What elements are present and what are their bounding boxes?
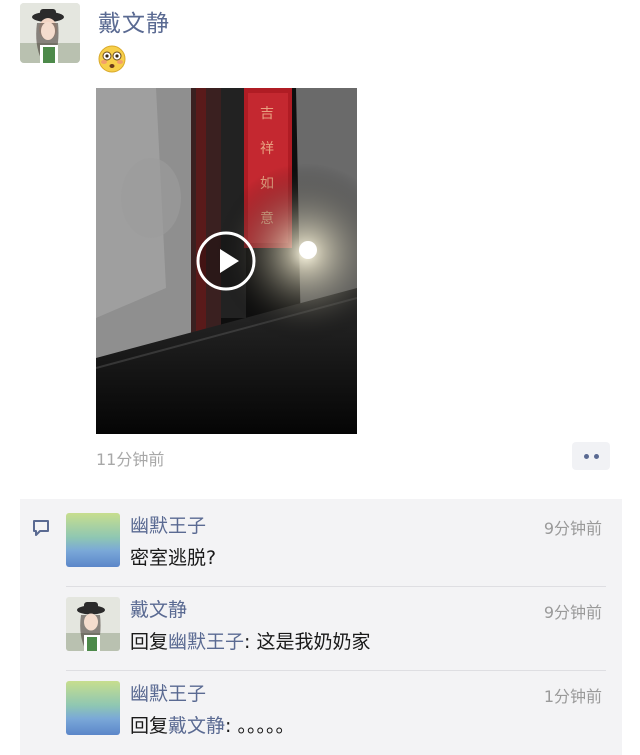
- comment-item[interactable]: 戴文静 9分钟前 回复幽默王子: 这是我奶奶家: [66, 587, 606, 659]
- more-dots-icon: [583, 453, 589, 459]
- commenter-avatar[interactable]: [66, 597, 120, 651]
- commenter-avatar[interactable]: [66, 513, 120, 567]
- comment-text: 密室逃脱?: [130, 547, 217, 569]
- post-timestamp: 11分钟前: [96, 450, 165, 469]
- reply-separator: :: [225, 715, 238, 737]
- comment-timestamp: 1分钟前: [543, 687, 602, 706]
- commenter-name[interactable]: 幽默王子: [130, 679, 206, 706]
- author-avatar[interactable]: [20, 3, 80, 63]
- flushed-face-emoji: [97, 44, 127, 74]
- reply-body: 。。。。。: [237, 715, 295, 737]
- comment-bubble-icon: [32, 519, 50, 537]
- comment-timestamp: 9分钟前: [543, 519, 602, 538]
- video-thumbnail[interactable]: 吉 祥 如 意: [96, 88, 357, 434]
- commenter-name[interactable]: 戴文静: [130, 595, 187, 622]
- reply-prefix: 回复: [130, 631, 169, 653]
- comment-item[interactable]: 幽默王子 9分钟前 密室逃脱?: [66, 503, 606, 575]
- commenter-avatar[interactable]: [66, 681, 120, 735]
- comment-timestamp: 9分钟前: [543, 603, 602, 622]
- comment-item[interactable]: 幽默王子 1分钟前 回复戴文静: 。。。。。: [66, 671, 606, 743]
- comments-section: 幽默王子 9分钟前 密室逃脱? 戴文静 9分钟前 回复幽默王子: 这是我奶奶家: [20, 499, 622, 755]
- more-options-button[interactable]: [572, 442, 610, 470]
- comment-text: 回复幽默王子: 这是我奶奶家: [130, 627, 371, 654]
- reply-separator: :: [244, 631, 257, 653]
- reply-body: 这是我奶奶家: [256, 631, 371, 653]
- comment-text: 回复戴文静: 。。。。。: [130, 711, 295, 738]
- commenter-name[interactable]: 幽默王子: [130, 511, 206, 538]
- reply-to-name[interactable]: 幽默王子: [168, 631, 244, 653]
- author-name[interactable]: 戴文静: [98, 4, 170, 38]
- reply-prefix: 回复: [130, 715, 169, 737]
- play-icon[interactable]: [195, 230, 257, 292]
- reply-to-name[interactable]: 戴文静: [168, 715, 225, 737]
